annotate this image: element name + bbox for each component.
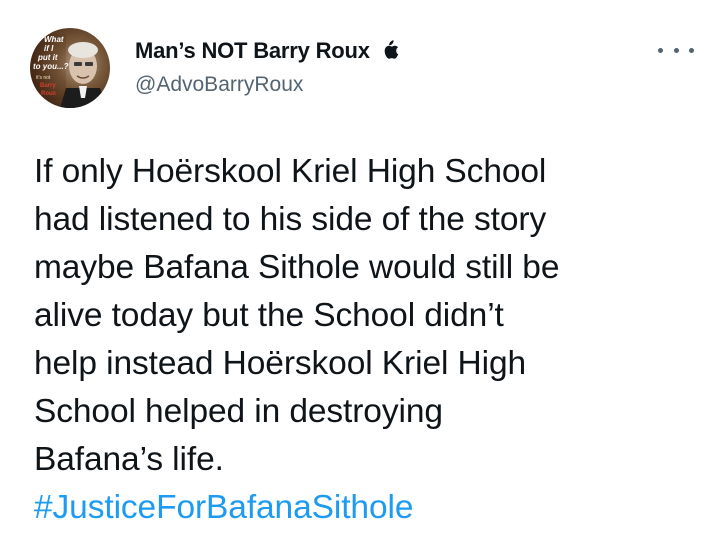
author-display-name[interactable]: Man’s NOT Barry Roux	[135, 38, 399, 64]
avatar-caption-line: if I	[44, 44, 54, 53]
display-name-text: Man’s NOT Barry Roux	[135, 38, 370, 63]
avatar-image: What if I put it to you...? it's not Bar…	[32, 34, 108, 108]
tweet-text-line: If only Hoërskool Kriel High School	[34, 153, 547, 190]
tweet-text: If only Hoërskool Kriel High School had …	[34, 148, 704, 532]
tweet-text-line: Bafana’s life.	[34, 441, 224, 478]
avatar-caption-line: Roux	[41, 91, 57, 97]
avatar[interactable]: What if I put it to you...? it's not Bar…	[30, 28, 110, 108]
apple-icon	[384, 40, 398, 59]
hashtag-link[interactable]: #JusticeForBafanaSithole	[34, 484, 704, 532]
tweet-text-line: help instead Hoërskool Kriel High	[34, 345, 527, 382]
more-options-button[interactable]	[658, 38, 694, 62]
tweet-text-line: School helped in destroying	[34, 393, 443, 430]
avatar-caption-line: to you...?	[33, 62, 69, 71]
avatar-caption-line: put it	[37, 53, 58, 62]
avatar-caption-line: What	[44, 35, 64, 44]
tweet-card: What if I put it to you...? it's not Bar…	[0, 0, 720, 543]
more-options-icon	[658, 47, 663, 53]
avatar-caption-line: it's not	[36, 75, 51, 81]
tweet-text-line: alive today but the School didn’t	[34, 297, 504, 334]
more-options-icon	[689, 47, 694, 53]
author-handle[interactable]: @AdvoBarryRoux	[135, 73, 303, 97]
tweet-text-line: maybe Bafana Sithole would still be	[34, 249, 560, 286]
avatar-caption-line: Barry	[40, 83, 56, 89]
more-options-icon	[673, 47, 679, 53]
tweet-text-line: had listened to his side of the story	[34, 201, 547, 238]
